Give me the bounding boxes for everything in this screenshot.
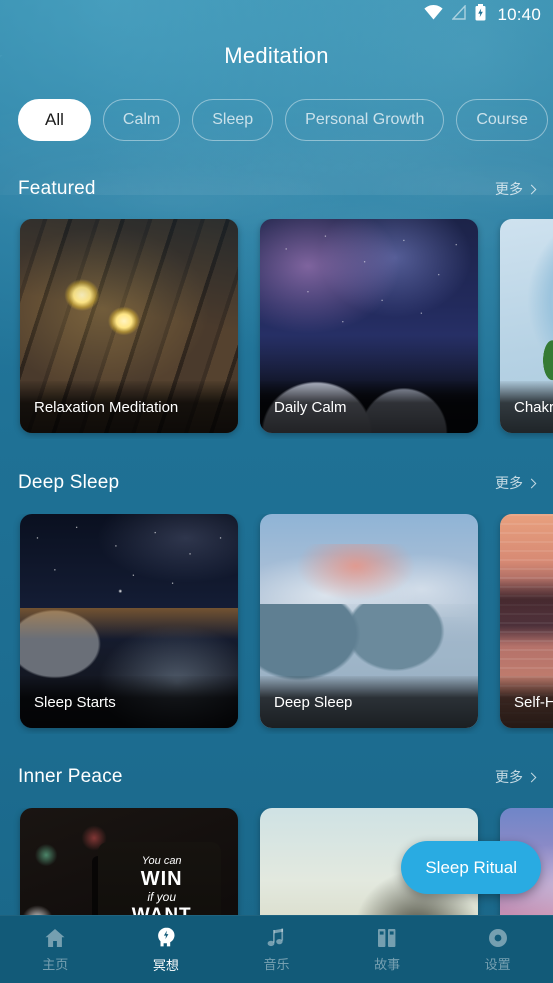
content-card[interactable]: Self-Healing	[500, 514, 553, 728]
card-row-featured[interactable]: Relaxation Meditation Daily Calm Chakra	[0, 219, 553, 439]
category-filter-bar[interactable]: All Calm Sleep Personal Growth Course W	[0, 97, 553, 143]
section-title-featured: Featured	[18, 178, 96, 199]
more-link-inner-peace[interactable]: 更多	[495, 767, 537, 787]
sleep-ritual-fab[interactable]: Sleep Ritual	[401, 841, 541, 894]
section-header-deep-sleep: Deep Sleep 更多	[18, 469, 537, 497]
nav-label: 冥想	[152, 957, 179, 973]
more-label: 更多	[495, 769, 523, 785]
card-title: Chakra	[500, 381, 553, 433]
card-row-deep-sleep[interactable]: Sleep Starts Deep Sleep Self-Healing	[0, 514, 553, 734]
card-title: Relaxation Meditation	[20, 381, 238, 433]
section-header-inner-peace: Inner Peace 更多	[18, 763, 537, 791]
nav-label: 主页	[42, 956, 69, 972]
bottom-navigation-bar[interactable]: 主页 冥想 音乐 故事 设置	[0, 915, 553, 983]
filter-chip-calm[interactable]: Calm	[102, 99, 181, 141]
filter-chip-personal-growth[interactable]: Personal Growth	[285, 99, 445, 141]
chevron-right-icon	[526, 772, 537, 782]
card-title: Daily Calm	[260, 381, 478, 433]
music-note-icon	[265, 927, 287, 949]
nav-label: 音乐	[263, 956, 290, 972]
page-title: Meditation	[224, 43, 329, 68]
head-lightning-icon	[154, 926, 178, 950]
content-card[interactable]: Chakra	[500, 219, 553, 433]
filter-chip-course[interactable]: Course	[456, 99, 548, 141]
chevron-right-icon	[526, 184, 537, 194]
status-bar: 10:40	[0, 0, 553, 30]
card-title: Sleep Starts	[20, 676, 238, 728]
nav-label: 设置	[484, 956, 511, 972]
battery-charging-icon	[475, 4, 486, 26]
nav-item-home[interactable]: 主页	[0, 916, 111, 983]
home-icon	[43, 927, 67, 949]
nav-item-settings[interactable]: 设置	[442, 916, 553, 983]
content-card[interactable]: Deep Sleep	[260, 514, 478, 728]
cellular-signal-off-icon	[451, 4, 467, 25]
nav-item-story[interactable]: 故事	[332, 916, 443, 983]
nav-item-meditation[interactable]: 冥想	[111, 916, 222, 983]
content-card[interactable]: Sleep Starts	[20, 514, 238, 728]
filter-chip-sleep[interactable]: Sleep	[192, 99, 274, 141]
nav-label: 故事	[374, 956, 401, 972]
more-label: 更多	[495, 475, 523, 491]
more-label: 更多	[495, 181, 523, 197]
books-icon	[375, 927, 399, 949]
card-title: Self-Healing	[500, 676, 553, 728]
gear-ring-icon	[487, 927, 509, 949]
nav-item-music[interactable]: 音乐	[221, 916, 332, 983]
more-link-deep-sleep[interactable]: 更多	[495, 473, 537, 493]
section-title-deep-sleep: Deep Sleep	[18, 472, 120, 493]
wifi-icon	[424, 5, 444, 25]
filter-chip-all[interactable]: All	[18, 99, 91, 141]
card-title: Deep Sleep	[260, 676, 478, 728]
more-link-featured[interactable]: 更多	[495, 179, 537, 199]
status-bar-clock: 10:40	[497, 5, 541, 24]
chevron-right-icon	[526, 478, 537, 488]
content-card[interactable]: You can WIN if you WANT	[20, 808, 238, 915]
content-card[interactable]: Relaxation Meditation	[20, 219, 238, 433]
content-card[interactable]: Daily Calm	[260, 219, 478, 433]
section-title-inner-peace: Inner Peace	[18, 766, 123, 787]
card-artwork-motivation-mug	[20, 808, 238, 915]
section-header-featured: Featured 更多	[18, 175, 537, 203]
